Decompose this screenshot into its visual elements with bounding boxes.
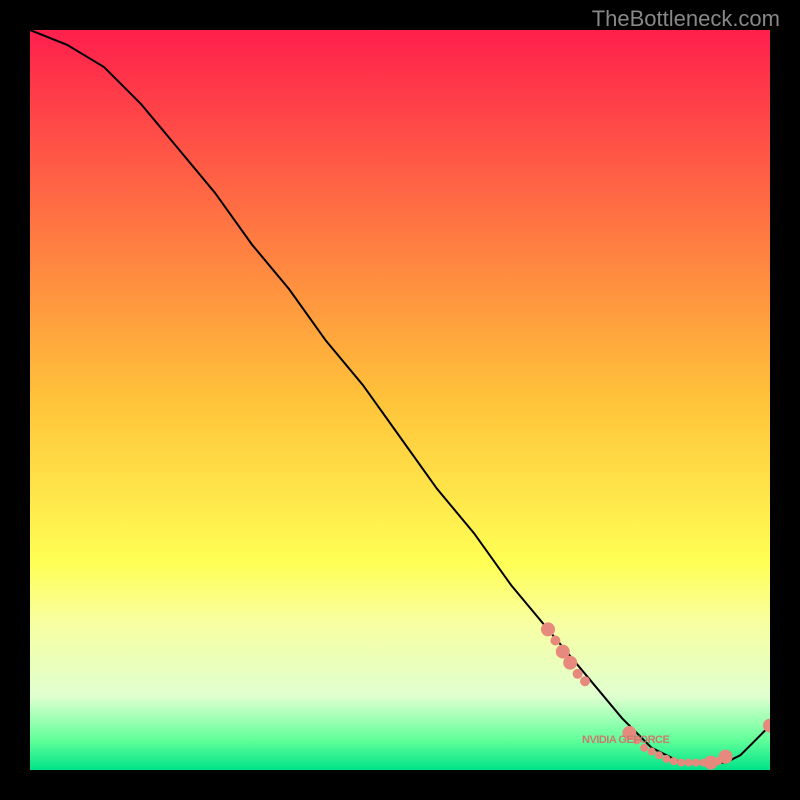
- marker-point: [550, 636, 560, 646]
- marker-point: [685, 759, 693, 767]
- marker-point: [541, 622, 555, 636]
- bottleneck-curve: [30, 30, 770, 763]
- marker-point: [662, 755, 670, 763]
- marker-point: [573, 669, 583, 679]
- markers-group: [541, 622, 770, 769]
- marker-point: [670, 757, 678, 765]
- marker-point: [719, 750, 733, 764]
- chart-overlay: [30, 30, 770, 770]
- marker-point: [648, 748, 656, 756]
- marker-point: [677, 759, 685, 767]
- chart-area: NVIDIA GEFORCE: [30, 30, 770, 770]
- marker-point: [580, 676, 590, 686]
- marker-point: [563, 656, 577, 670]
- annotation-label: NVIDIA GEFORCE: [582, 734, 669, 746]
- marker-point: [692, 759, 700, 767]
- marker-point: [655, 751, 663, 759]
- watermark-text: TheBottleneck.com: [592, 6, 780, 32]
